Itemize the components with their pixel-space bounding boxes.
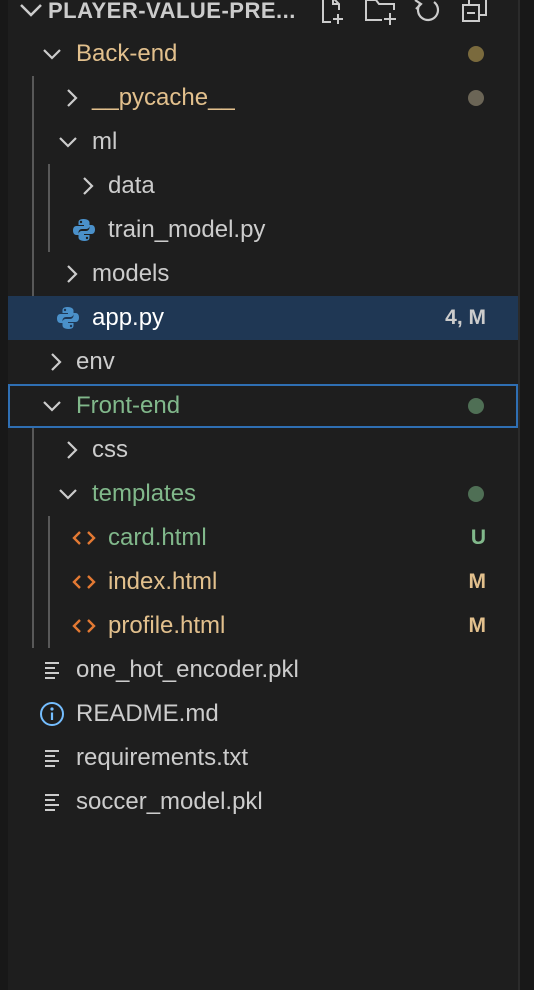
tree-folder-css[interactable]: css	[8, 428, 518, 472]
folder-label: models	[92, 260, 170, 287]
file-label: card.html	[108, 524, 207, 551]
html-icon	[70, 612, 98, 640]
chevron-right-icon	[74, 172, 102, 200]
tree-folder-models[interactable]: models	[8, 252, 518, 296]
tree-file-soccer-model[interactable]: soccer_model.pkl	[8, 780, 518, 824]
folder-label: Front-end	[76, 392, 181, 419]
python-icon	[70, 216, 98, 244]
tree-folder-env[interactable]: env	[8, 340, 518, 384]
text-file-icon	[38, 744, 66, 772]
chevron-down-icon	[38, 40, 66, 68]
file-label: profile.html	[108, 612, 226, 639]
tree-file-profile[interactable]: profile.html M	[8, 604, 518, 648]
chevron-right-icon	[58, 84, 86, 112]
file-label: one_hot_encoder.pkl	[76, 656, 299, 683]
tree-file-requirements[interactable]: requirements.txt	[8, 736, 518, 780]
file-label: app.py	[92, 304, 165, 331]
tree-file-index[interactable]: index.html M	[8, 560, 518, 604]
html-icon	[70, 568, 98, 596]
new-folder-icon[interactable]	[364, 0, 396, 26]
collapse-all-icon[interactable]	[460, 0, 490, 26]
problems-status-badge: 4, M	[445, 306, 486, 329]
info-icon	[38, 700, 66, 728]
file-label: requirements.txt	[76, 744, 249, 771]
tree-file-readme[interactable]: README.md	[8, 692, 518, 736]
folder-label: templates	[92, 480, 197, 507]
refresh-icon[interactable]	[412, 0, 442, 26]
file-label: index.html	[108, 568, 218, 595]
text-file-icon	[38, 788, 66, 816]
scrollbar-track[interactable]	[518, 0, 534, 990]
tree-file-app[interactable]: app.py 4, M	[8, 296, 518, 340]
folder-label: ml	[92, 128, 118, 155]
tree-file-train-model[interactable]: train_model.py	[8, 208, 518, 252]
folder-label: Back-end	[76, 40, 178, 67]
chevron-down-icon[interactable]	[18, 0, 44, 27]
tree-folder-back-end[interactable]: Back-end	[8, 32, 518, 76]
chevron-right-icon	[58, 260, 86, 288]
tree-folder-front-end[interactable]: Front-end	[8, 384, 518, 428]
html-icon	[70, 524, 98, 552]
folder-label: env	[76, 348, 115, 375]
tree-file-one-hot-encoder[interactable]: one_hot_encoder.pkl	[8, 648, 518, 692]
folder-label: data	[108, 172, 155, 199]
git-status-badge: U	[470, 526, 486, 549]
chevron-down-icon	[54, 128, 82, 156]
sidebar-left-edge	[0, 0, 8, 990]
git-status-badge: M	[468, 570, 487, 593]
tree-folder-templates[interactable]: templates	[8, 472, 518, 516]
git-untracked-dot	[468, 486, 484, 502]
file-label: soccer_model.pkl	[76, 788, 263, 815]
tree-folder-pycache[interactable]: __pycache__	[8, 76, 518, 120]
folder-label: __pycache__	[92, 84, 235, 111]
file-label: README.md	[76, 700, 219, 727]
new-file-icon[interactable]	[316, 0, 346, 26]
git-modified-dot	[468, 46, 484, 62]
git-untracked-dot	[468, 398, 484, 414]
tree-file-card[interactable]: card.html U	[8, 516, 518, 560]
file-label: train_model.py	[108, 216, 266, 243]
chevron-right-icon	[58, 436, 86, 464]
explorer-header: PLAYER-VALUE-PRE...	[8, 0, 518, 34]
folder-label: css	[92, 436, 128, 463]
chevron-right-icon	[42, 348, 70, 376]
chevron-down-icon	[38, 392, 66, 420]
tree-folder-data[interactable]: data	[8, 164, 518, 208]
chevron-down-icon	[54, 480, 82, 508]
workspace-title[interactable]: PLAYER-VALUE-PRE...	[48, 0, 296, 24]
git-status-badge: M	[468, 614, 487, 637]
git-ignored-dot	[468, 90, 484, 106]
text-file-icon	[38, 656, 66, 684]
python-icon	[54, 304, 82, 332]
tree-folder-ml[interactable]: ml	[8, 120, 518, 164]
